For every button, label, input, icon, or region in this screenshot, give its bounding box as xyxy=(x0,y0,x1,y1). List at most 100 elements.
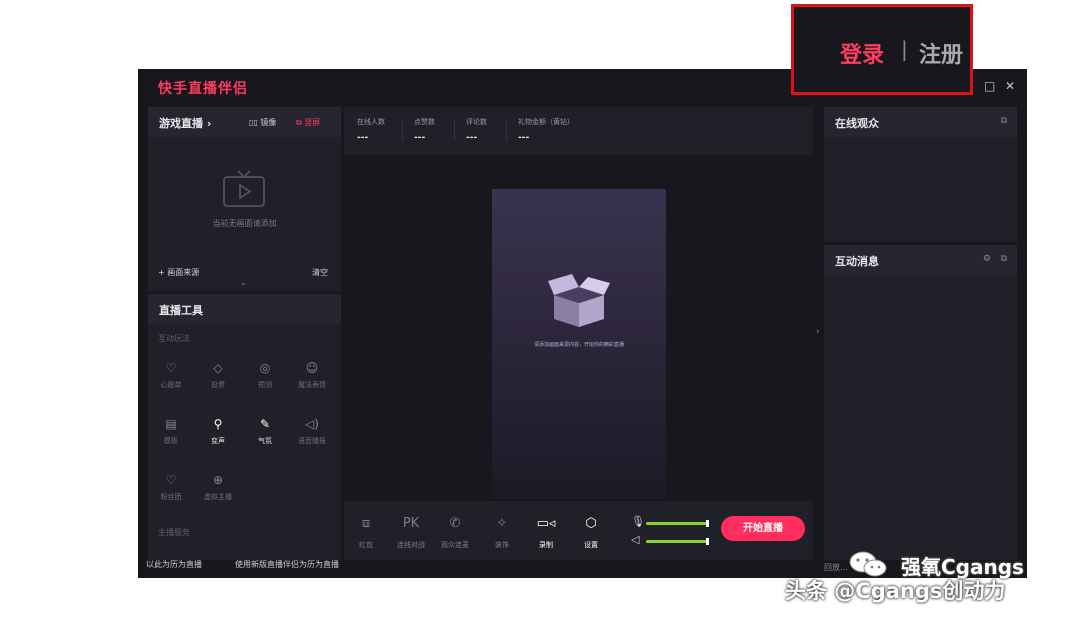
messages-footer: 回放... xyxy=(824,563,848,572)
login-link[interactable]: 登录 xyxy=(840,37,884,69)
virtual-host-icon: ⊕ xyxy=(212,473,224,487)
host-service-label: 主播服务 xyxy=(158,528,190,537)
bottom-tool-label: 录制 xyxy=(539,541,553,549)
speaker-icon[interactable]: ◁ xyxy=(631,533,639,546)
stat-comments: 评论数 --- xyxy=(466,118,487,143)
tool-magic-face[interactable]: ☺ 魔法表情 xyxy=(289,360,335,390)
collapse-icon[interactable]: ⌃ xyxy=(240,282,247,291)
online-audience-title: 在线观众 xyxy=(835,117,879,130)
record-icon: ▭◃ xyxy=(536,516,556,531)
clear-button[interactable]: 清空 xyxy=(312,267,328,278)
decoration-icon: ✧ xyxy=(496,516,508,531)
vote-icon: ◇ xyxy=(213,361,223,375)
pk-icon: PK xyxy=(402,516,420,531)
bottom-tool-audience-call[interactable]: ✆ 观众连麦 xyxy=(435,515,475,550)
tool-label: 投票 xyxy=(211,381,225,389)
live-tools-title: 直播工具 xyxy=(159,304,203,317)
settings-icon: ⬡ xyxy=(585,516,597,531)
audience-call-icon: ✆ xyxy=(449,516,461,531)
stat-divider xyxy=(454,119,455,141)
bottom-tool-label: 观众连麦 xyxy=(441,541,469,549)
bottom-tool-decoration[interactable]: ✧ 装饰 xyxy=(482,515,522,550)
fan-group-icon: ♡ xyxy=(165,473,177,487)
slider-knob[interactable] xyxy=(706,520,709,527)
stat-divider xyxy=(506,119,507,141)
live-tools-header: 直播工具 xyxy=(148,294,341,324)
tool-label: 粉丝团 xyxy=(160,493,182,501)
tool-fan-group[interactable]: ♡ 粉丝团 xyxy=(148,472,194,502)
mic-volume-slider[interactable] xyxy=(646,520,709,527)
empty-scene-hint: 当前无画面请添加 xyxy=(212,219,277,228)
popout-icon[interactable]: ⧉ xyxy=(1001,116,1007,126)
slider-knob[interactable] xyxy=(706,538,709,545)
close-icon[interactable]: ✕ xyxy=(1005,79,1015,93)
bottom-tool-label: 红包 xyxy=(359,541,373,549)
predict-icon: ◎ xyxy=(259,361,271,375)
stat-online: 在线人数 --- xyxy=(357,118,385,143)
add-source-button[interactable]: + 画面来源 xyxy=(158,267,199,278)
bottom-toolbar: ⧈ 红包 PK 连线对战 ✆ 观众连麦 ✧ 装饰 ▭◃ 录制 ⬡ 设置 🎙︎ ◁ 开始直播 xyxy=(344,501,813,560)
atmosphere-icon: ✎ xyxy=(259,417,271,431)
tool-vote[interactable]: ◇ 投票 xyxy=(195,360,241,390)
tool-label: 心愿单 xyxy=(160,381,182,389)
tool-wish-list[interactable]: ♡ 心愿单 xyxy=(148,360,194,390)
preview-canvas[interactable]: 请添加画面来源内容，开始你的精彩直播 xyxy=(492,189,666,499)
red-packet-icon: ⧈ xyxy=(361,516,371,531)
register-link[interactable]: 注册 xyxy=(919,37,963,69)
footer-right-text: 使用新版直播伴侣为历为直播 xyxy=(235,560,339,569)
live-tools-panel: 直播工具 互动玩法 ♡ 心愿单 ◇ 投票 ◎ 预测 ☺ 魔法表情 ▤ 模板 ⚲ 变声 ✎ 气氛 ◁) 语音播报… xyxy=(148,294,341,560)
tool-label: 气氛 xyxy=(258,437,272,445)
auth-separator: | xyxy=(901,37,908,61)
tool-predict[interactable]: ◎ 预测 xyxy=(242,360,288,390)
tv-icon xyxy=(223,170,265,207)
interaction-messages-panel: 互动消息 ⚙︎ ⧉ 回放... xyxy=(824,245,1017,572)
portrait-button[interactable]: ⧉ 竖屏 xyxy=(296,117,320,128)
auth-highlight-box: 登录 | 注册 xyxy=(791,4,973,95)
interactive-section-label: 互动玩法 xyxy=(158,334,190,343)
bottom-tool-settings[interactable]: ⬡ 设置 xyxy=(571,515,611,550)
mirror-button[interactable]: ▯▯ 镜像 xyxy=(249,117,276,128)
preview-hint: 请添加画面来源内容，开始你的精彩直播 xyxy=(533,342,624,348)
stat-likes: 点赞数 --- xyxy=(414,118,435,143)
mirror-icon: ▯▯ xyxy=(249,118,261,127)
start-live-button[interactable]: 开始直播 xyxy=(721,516,805,541)
bottom-tool-pk[interactable]: PK 连线对战 xyxy=(391,515,431,550)
online-audience-panel: 在线观众 ⧉ xyxy=(824,107,1017,242)
tool-label: 变声 xyxy=(211,437,225,445)
tool-label: 虚拟主播 xyxy=(204,493,232,501)
voice-broadcast-icon: ◁) xyxy=(305,417,319,431)
bottom-tool-label: 装饰 xyxy=(495,541,509,549)
tool-label: 模板 xyxy=(164,437,178,445)
interaction-messages-title: 互动消息 xyxy=(835,255,879,268)
app-window: 快手直播伴侣 □ ✕ 游戏直播 › ▯▯ 镜像 ⧉ 竖屏 当前无画面请添加 + … xyxy=(138,69,1027,578)
tool-atmosphere[interactable]: ✎ 气氛 xyxy=(242,416,288,446)
interaction-messages-header: 互动消息 ⚙︎ ⧉ xyxy=(824,245,1017,275)
bottom-tool-red-packet[interactable]: ⧈ 红包 xyxy=(346,515,386,550)
bottom-tool-record[interactable]: ▭◃ 录制 xyxy=(526,515,566,550)
maximize-icon[interactable]: □ xyxy=(984,79,995,93)
tool-virtual-host[interactable]: ⊕ 虚拟主播 xyxy=(195,472,241,502)
popout-icon[interactable]: ⧉ xyxy=(1001,254,1007,264)
tool-voice-broadcast[interactable]: ◁) 语音播报 xyxy=(289,416,335,446)
voice-change-icon: ⚲ xyxy=(213,417,223,431)
tool-label: 语音播报 xyxy=(298,437,326,445)
bottom-tool-label: 连线对战 xyxy=(397,541,425,549)
magic-face-icon: ☺ xyxy=(305,361,319,375)
settings-icon[interactable]: ⚙︎ xyxy=(983,254,991,264)
tool-voice-change[interactable]: ⚲ 变声 xyxy=(195,416,241,446)
scene-title[interactable]: 游戏直播 › xyxy=(159,115,211,131)
stat-divider xyxy=(402,119,403,141)
online-audience-header: 在线观众 ⧉ xyxy=(824,107,1017,137)
app-title: 快手直播伴侣 xyxy=(158,81,248,97)
template-icon: ▤ xyxy=(165,417,177,431)
tool-template[interactable]: ▤ 模板 xyxy=(148,416,194,446)
expand-right-icon[interactable]: › xyxy=(816,327,820,337)
stat-gift-amount: 礼物金额（黄钻） --- xyxy=(518,118,574,143)
footer-left-text: 以此为历为直播 xyxy=(146,560,202,569)
tool-label: 魔法表情 xyxy=(298,381,326,389)
speaker-volume-slider[interactable] xyxy=(646,538,709,545)
stats-bar: 在线人数 --- 点赞数 --- 评论数 --- 礼物金额（黄钻） --- xyxy=(344,107,813,155)
microphone-icon[interactable]: 🎙︎ xyxy=(631,515,645,528)
tool-label: 预测 xyxy=(258,381,272,389)
toutiao-watermark: 头条 @Cgangs创动力 xyxy=(785,579,1006,603)
